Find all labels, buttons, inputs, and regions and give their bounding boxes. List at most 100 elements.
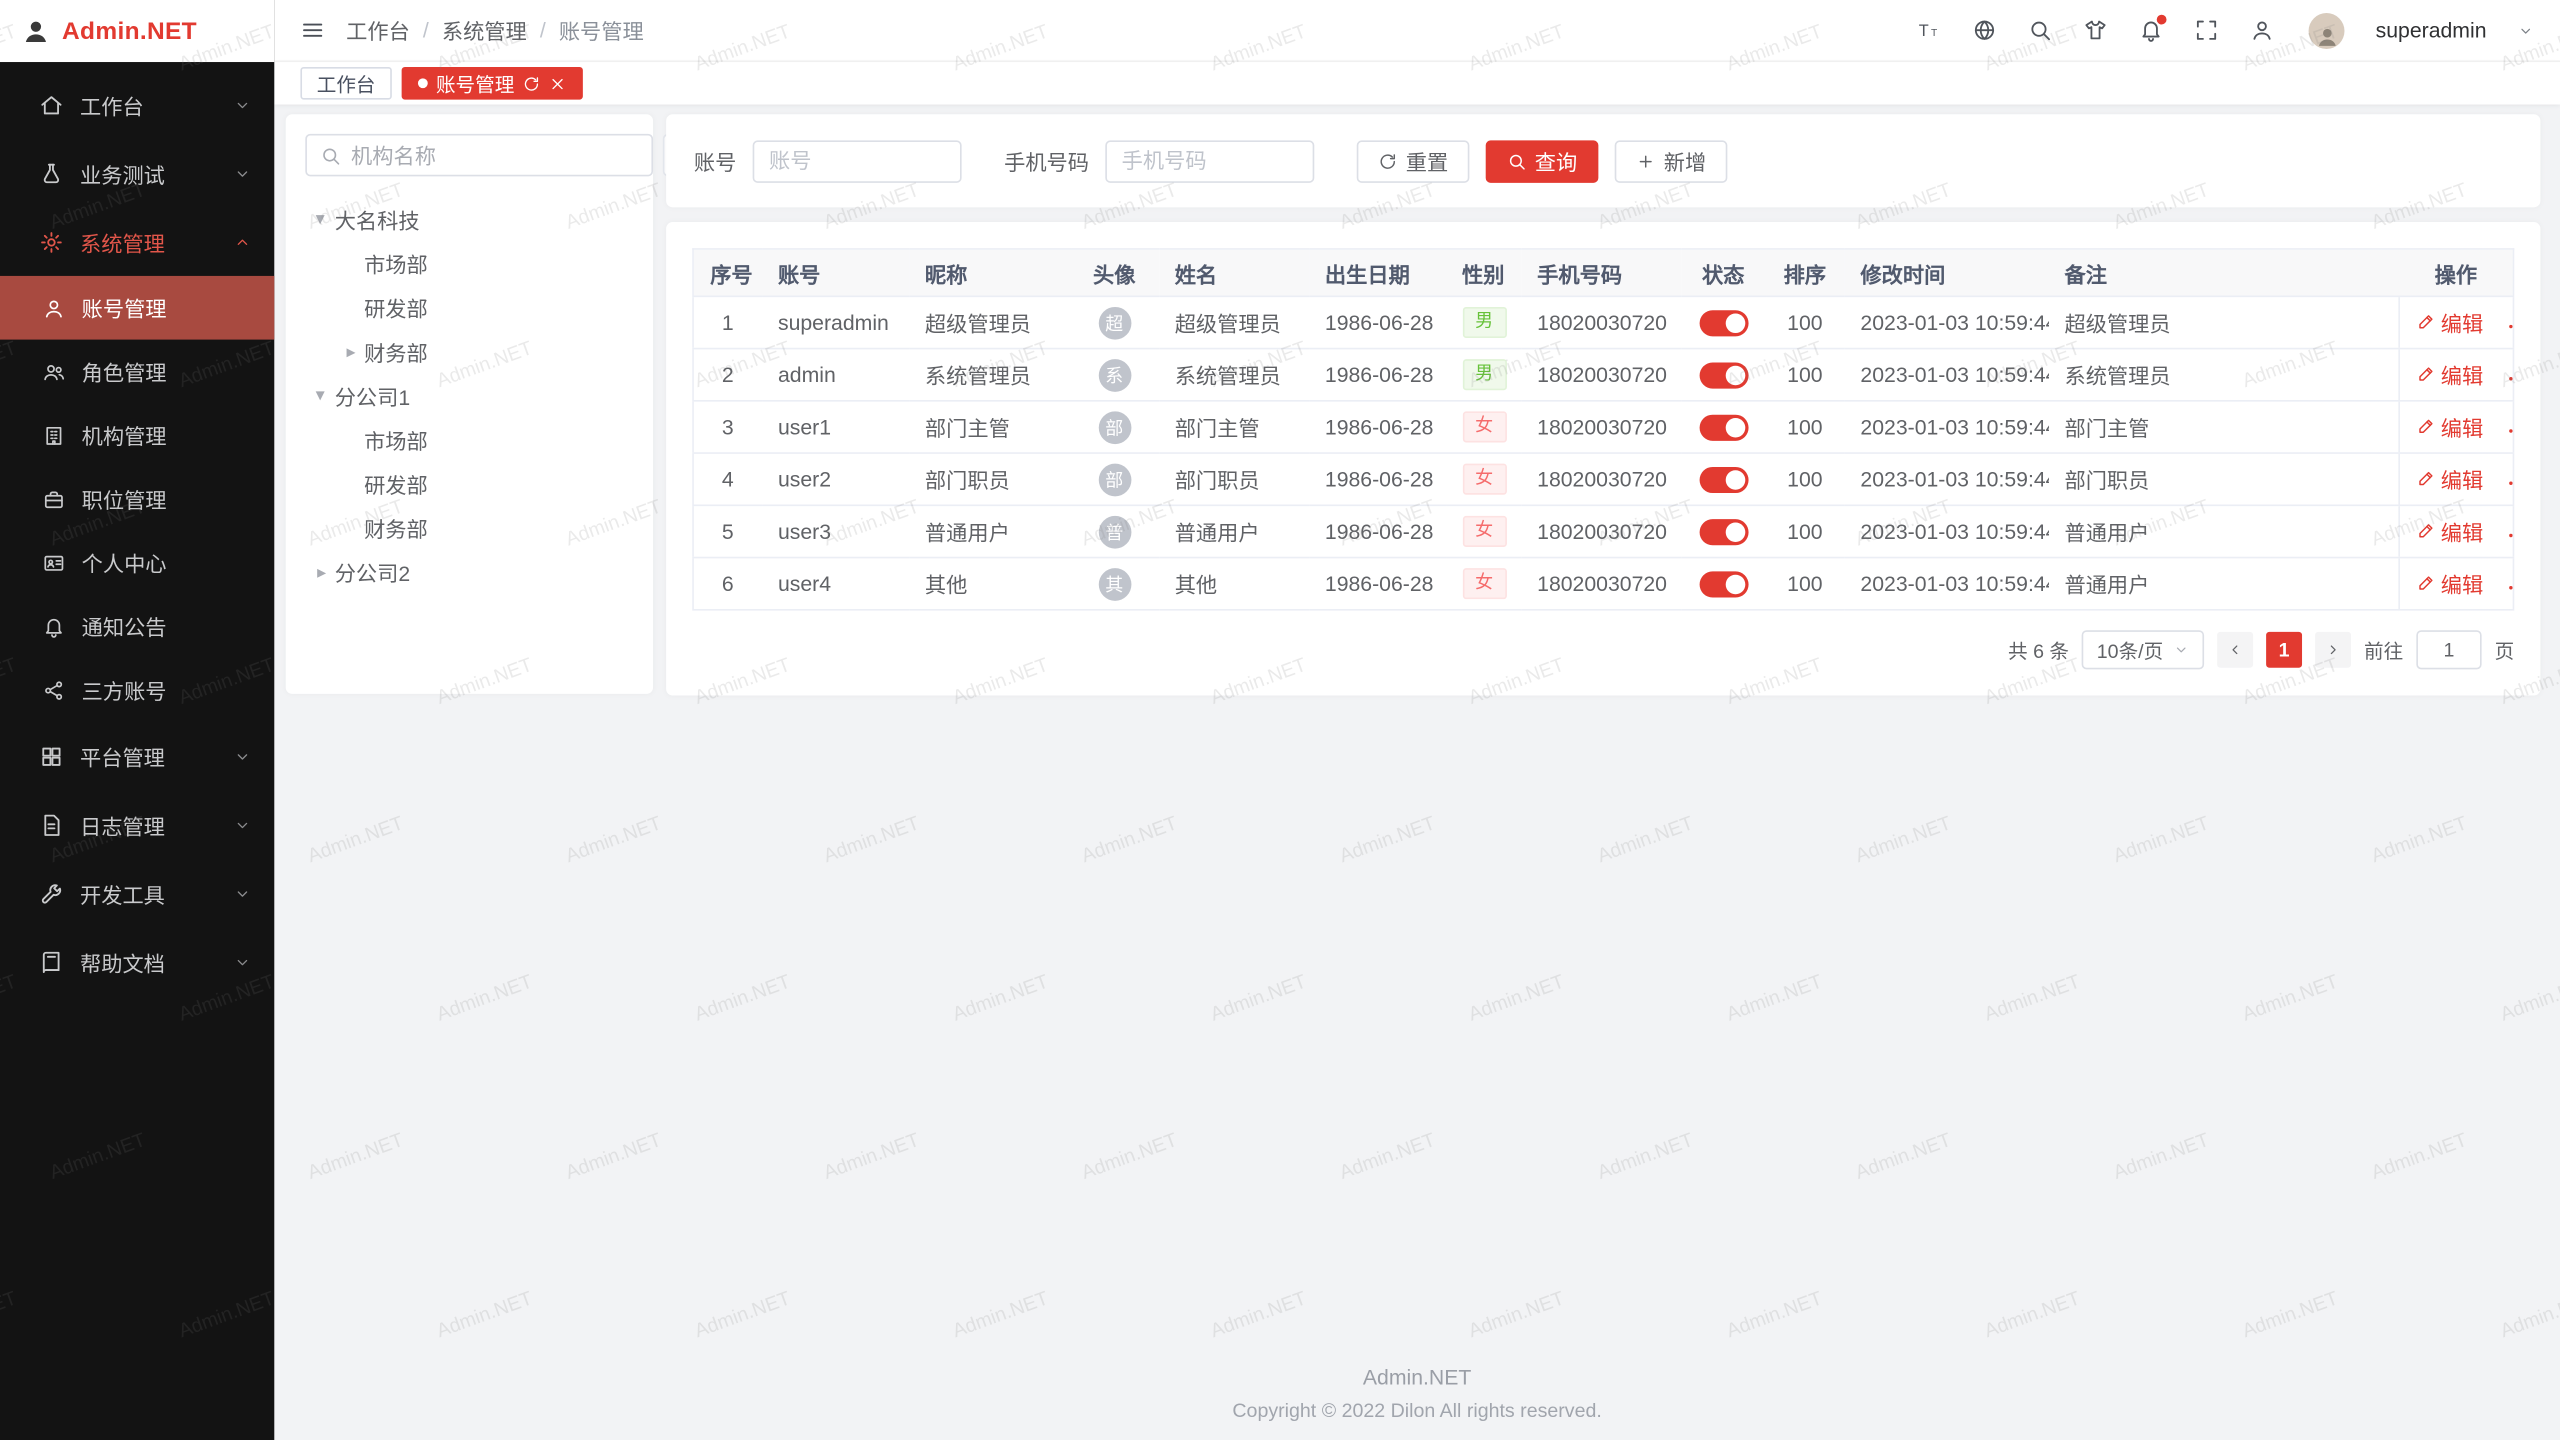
breadcrumb-item[interactable]: 系统管理 [442,15,527,46]
edit-button[interactable]: 编辑 [2416,568,2483,599]
column-header[interactable]: 头像 [1070,249,1158,296]
table-row[interactable]: 6 user4 其他 其 其他 1986-06-28 女 [693,558,2513,610]
row-more-button[interactable] [2506,420,2514,443]
refresh-icon[interactable] [522,74,540,92]
status-toggle[interactable] [1699,519,1748,545]
status-toggle[interactable] [1699,310,1748,336]
reset-label: 重置 [1406,145,1448,176]
sidebar-item-business-test[interactable]: 业务测试 [0,139,274,208]
cell-remark: 部门主管 [2048,401,2399,453]
column-header[interactable]: 性别 [1446,249,1521,296]
row-more-button[interactable] [2506,576,2514,599]
sidebar-item-account-management[interactable]: 账号管理 [0,276,274,340]
row-more-button[interactable] [2506,472,2514,495]
tree-node[interactable]: 分公司2 [305,550,633,594]
table-row[interactable]: 5 user3 普通用户 普 普通用户 1986-06-28 [693,505,2513,557]
user-icon[interactable] [2250,18,2274,42]
search-icon[interactable] [2028,18,2052,42]
sidebar-item-log-management[interactable]: 日志管理 [0,790,274,859]
avatar[interactable] [2309,12,2345,48]
cell-actions: 编辑 [2399,505,2513,557]
breadcrumb-item[interactable]: 工作台 [346,15,410,46]
next-page-button[interactable] [2315,632,2351,668]
share-icon [42,678,65,701]
column-header[interactable]: 排序 [1766,249,1844,296]
table-row[interactable]: 4 user2 部门职员 部 部门职员 1986-06-28 [693,453,2513,505]
sidebar-item-label: 机构管理 [82,420,252,451]
account-input[interactable] [753,140,962,182]
sidebar-item-system-management[interactable]: 系统管理 [0,207,274,276]
column-header[interactable]: 姓名 [1158,249,1308,296]
status-toggle[interactable] [1699,467,1748,493]
tree-node-label: 财务部 [364,513,428,544]
phone-input[interactable] [1105,140,1314,182]
edit-button[interactable]: 编辑 [2416,411,2483,442]
edit-button[interactable]: 编辑 [2416,307,2483,338]
cell-name: 部门主管 [1158,401,1308,453]
tree-node[interactable]: 财务部 [305,330,633,374]
column-header[interactable]: 序号 [693,249,762,296]
add-button[interactable]: 新增 [1615,140,1728,182]
tree-node[interactable]: 研发部 [305,286,633,330]
sidebar-item-help-docs[interactable]: 帮助文档 [0,927,274,996]
row-more-button[interactable] [2506,315,2514,338]
edit-button[interactable]: 编辑 [2416,516,2483,547]
tree-node[interactable]: 研发部 [305,462,633,506]
cell-sort: 100 [1766,558,1844,610]
sidebar-item-platform-management[interactable]: 平台管理 [0,722,274,791]
sidebar-item-dev-tools[interactable]: 开发工具 [0,859,274,928]
tab-workbench[interactable]: 工作台 [300,67,391,100]
cell-account: user1 [762,401,909,453]
org-search-input[interactable] [351,143,638,167]
globe-icon[interactable] [1972,18,1996,42]
row-more-button[interactable] [2506,367,2514,390]
tree-node[interactable]: 财务部 [305,506,633,550]
tree-node[interactable]: 市场部 [305,242,633,286]
tree-node[interactable]: 市场部 [305,418,633,462]
page-size-select[interactable]: 10条/页 [2082,630,2204,669]
sidebar-item-third-party-account[interactable]: 三方账号 [0,658,274,722]
font-size-icon[interactable]: TT [1917,18,1941,42]
chevron-down-icon[interactable] [2518,22,2534,38]
sidebar-item-label: 系统管理 [80,226,233,257]
notification-icon[interactable] [2139,18,2163,42]
fullscreen-icon[interactable] [2194,18,2218,42]
column-header[interactable]: 账号 [762,249,909,296]
app-logo[interactable]: Admin.NET [0,0,274,62]
goto-page-input[interactable] [2416,630,2481,669]
table-row[interactable]: 2 admin 系统管理员 系 系统管理员 1986-06-28 [693,349,2513,401]
sidebar-item-position-management[interactable]: 职位管理 [0,467,274,531]
page-1-button[interactable]: 1 [2266,632,2302,668]
column-header[interactable]: 操作 [2399,249,2513,296]
table-row[interactable]: 3 user1 部门主管 部 部门主管 1986-06-28 [693,401,2513,453]
column-header[interactable]: 昵称 [909,249,1071,296]
search-button[interactable]: 查询 [1486,140,1599,182]
close-icon[interactable] [549,74,567,92]
column-header[interactable]: 出生日期 [1309,249,1446,296]
row-more-button[interactable] [2506,524,2514,547]
status-toggle[interactable] [1699,414,1748,440]
sidebar-item-role-management[interactable]: 角色管理 [0,340,274,404]
reset-button[interactable]: 重置 [1357,140,1470,182]
status-toggle[interactable] [1699,362,1748,388]
sidebar-item-workbench[interactable]: 工作台 [0,70,274,139]
sidebar-item-notice[interactable]: 通知公告 [0,594,274,658]
theme-icon[interactable] [2083,18,2107,42]
column-header[interactable]: 手机号码 [1521,249,1681,296]
edit-button[interactable]: 编辑 [2416,464,2483,495]
tab-account-management[interactable]: 账号管理 [402,67,583,100]
tree-node[interactable]: 分公司1 [305,374,633,418]
status-toggle[interactable] [1699,571,1748,597]
sidebar-item-org-management[interactable]: 机构管理 [0,403,274,467]
caret-icon [338,251,364,277]
column-header[interactable]: 备注 [2048,249,2399,296]
menu-toggle-icon[interactable] [300,18,324,42]
edit-button[interactable]: 编辑 [2416,359,2483,390]
column-header[interactable]: 修改时间 [1844,249,2048,296]
column-header[interactable]: 状态 [1681,249,1766,296]
tree-node[interactable]: 大名科技 [305,198,633,242]
username[interactable]: superadmin [2376,18,2487,42]
sidebar-item-personal-center[interactable]: 个人中心 [0,531,274,595]
table-row[interactable]: 1 superadmin 超级管理员 超 超级管理员 1986-06-28 [693,296,2513,348]
prev-page-button[interactable] [2217,632,2253,668]
